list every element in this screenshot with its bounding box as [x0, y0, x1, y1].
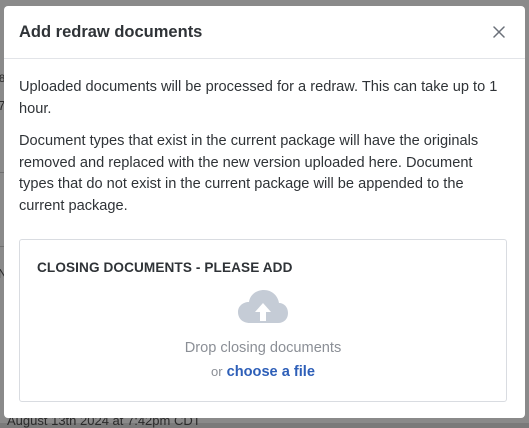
choose-file-row: or choose a file	[20, 364, 506, 380]
or-label: or	[211, 364, 223, 379]
dialog-header: Add redraw documents	[4, 6, 525, 59]
close-icon	[493, 26, 505, 38]
drop-instructions: Drop closing documents	[184, 340, 342, 356]
document-dropzone[interactable]: CLOSING DOCUMENTS - PLEASE ADD Drop clos…	[19, 239, 507, 402]
dropzone-heading: CLOSING DOCUMENTS - PLEASE ADD	[37, 260, 293, 275]
cloud-upload-icon	[238, 290, 288, 323]
choose-file-link[interactable]: choose a file	[227, 364, 315, 380]
dialog-title: Add redraw documents	[19, 22, 203, 41]
close-button[interactable]	[489, 22, 509, 42]
add-redraw-documents-dialog: Add redraw documents Uploaded documents …	[4, 6, 525, 418]
dialog-body: Uploaded documents will be processed for…	[4, 59, 525, 402]
replacement-notice: Document types that exist in the current…	[19, 133, 479, 214]
processing-notice: Uploaded documents will be processed for…	[19, 79, 498, 117]
